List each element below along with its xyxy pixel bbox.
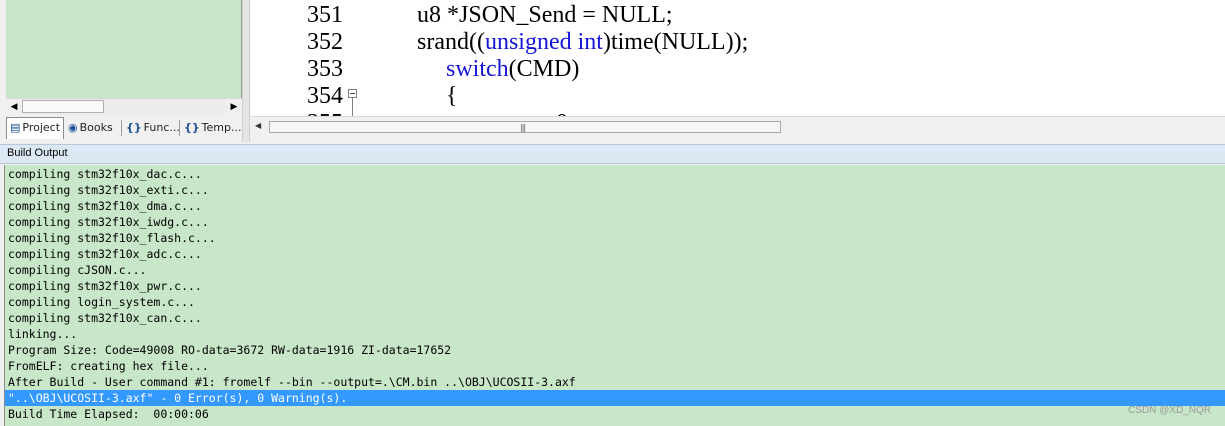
build-output-line[interactable]: compiling stm32f10x_adc.c... xyxy=(5,246,1225,262)
tab-functions[interactable]: {} Func... xyxy=(123,118,180,138)
line-number: 351 xyxy=(307,2,343,28)
build-output-title-bar: Build Output xyxy=(0,144,1225,164)
build-output-line[interactable]: compiling stm32f10x_exti.c... xyxy=(5,182,1225,198)
line-number: 352 xyxy=(307,29,343,55)
build-output-line[interactable]: Build Time Elapsed: 00:00:06 xyxy=(5,406,1225,422)
books-icon: ◉ xyxy=(68,121,78,134)
scroll-left-arrow-icon[interactable]: ◀ xyxy=(6,99,22,115)
project-panel: ◀ ▶ ▤ Project ◉ Books {} Func... {} Temp... xyxy=(0,0,246,142)
build-output-line[interactable]: "..\OBJ\UCOSII-3.axf" - 0 Error(s), 0 Wa… xyxy=(5,390,1225,406)
line-number: 354 xyxy=(307,83,343,109)
fold-guide-line xyxy=(352,98,353,116)
templates-icon: {} xyxy=(184,121,200,134)
grip-icon: ||| xyxy=(520,123,526,132)
keyword: switch xyxy=(446,56,509,82)
scroll-left-arrow-icon[interactable]: ◀ xyxy=(255,121,261,130)
code-editor[interactable]: 351 u8 *JSON_Send = NULL; 352 srand((uns… xyxy=(251,0,1225,116)
tab-templates[interactable]: {} Temp... xyxy=(181,118,242,138)
build-output-line[interactable]: compiling stm32f10x_dac.c... xyxy=(5,166,1225,182)
project-tree-area[interactable] xyxy=(6,0,242,98)
tab-project[interactable]: ▤ Project xyxy=(6,117,64,139)
build-output-line[interactable]: compiling login_system.c... xyxy=(5,294,1225,310)
scroll-right-arrow-icon[interactable]: ▶ xyxy=(226,99,242,115)
code-line: srand((unsigned int)time(NULL)); xyxy=(417,29,749,55)
panel-splitter[interactable] xyxy=(242,0,250,142)
scrollbar-thumb[interactable] xyxy=(22,100,104,113)
code-line: switch(CMD) xyxy=(446,56,580,82)
code-line: u8 *JSON_Send = NULL; xyxy=(417,2,673,28)
project-tabs: ▤ Project ◉ Books {} Func... {} Temp... xyxy=(6,116,242,140)
tab-books[interactable]: ◉ Books xyxy=(65,118,121,138)
tab-separator xyxy=(121,120,122,136)
build-output-title: Build Output xyxy=(7,147,68,159)
build-output-panel[interactable]: compiling stm32f10x_dac.c... compiling st… xyxy=(4,165,1225,426)
keyword: unsigned int xyxy=(484,29,603,55)
build-output-line[interactable]: linking... xyxy=(5,326,1225,342)
build-output-line[interactable]: compiling stm32f10x_can.c... xyxy=(5,310,1225,326)
project-icon: ▤ xyxy=(10,121,21,134)
functions-icon: {} xyxy=(126,121,142,134)
scrollbar-thumb[interactable]: ||| xyxy=(269,121,781,133)
tab-separator xyxy=(179,120,180,136)
build-output-line[interactable]: After Build - User command #1: fromelf -… xyxy=(5,374,1225,390)
editor-horizontal-scrollbar[interactable]: ◀ ||| xyxy=(251,116,1225,139)
line-number: 353 xyxy=(307,56,343,82)
build-output-line[interactable]: compiling stm32f10x_pwr.c... xyxy=(5,278,1225,294)
build-output-line[interactable]: compiling stm32f10x_dma.c... xyxy=(5,198,1225,214)
build-output-line[interactable]: Program Size: Code=49008 RO-data=3672 RW… xyxy=(5,342,1225,358)
code-line: { xyxy=(446,83,458,109)
build-output-line[interactable]: compiling cJSON.c... xyxy=(5,262,1225,278)
watermark: CSDN @XD_NQR xyxy=(1128,405,1211,416)
fold-toggle-icon[interactable] xyxy=(348,89,357,98)
build-output-line[interactable]: compiling stm32f10x_iwdg.c... xyxy=(5,214,1225,230)
build-output-line[interactable]: compiling stm32f10x_flash.c... xyxy=(5,230,1225,246)
build-output-line[interactable]: FromELF: creating hex file... xyxy=(5,358,1225,374)
project-horizontal-scrollbar[interactable]: ◀ ▶ xyxy=(6,98,242,115)
